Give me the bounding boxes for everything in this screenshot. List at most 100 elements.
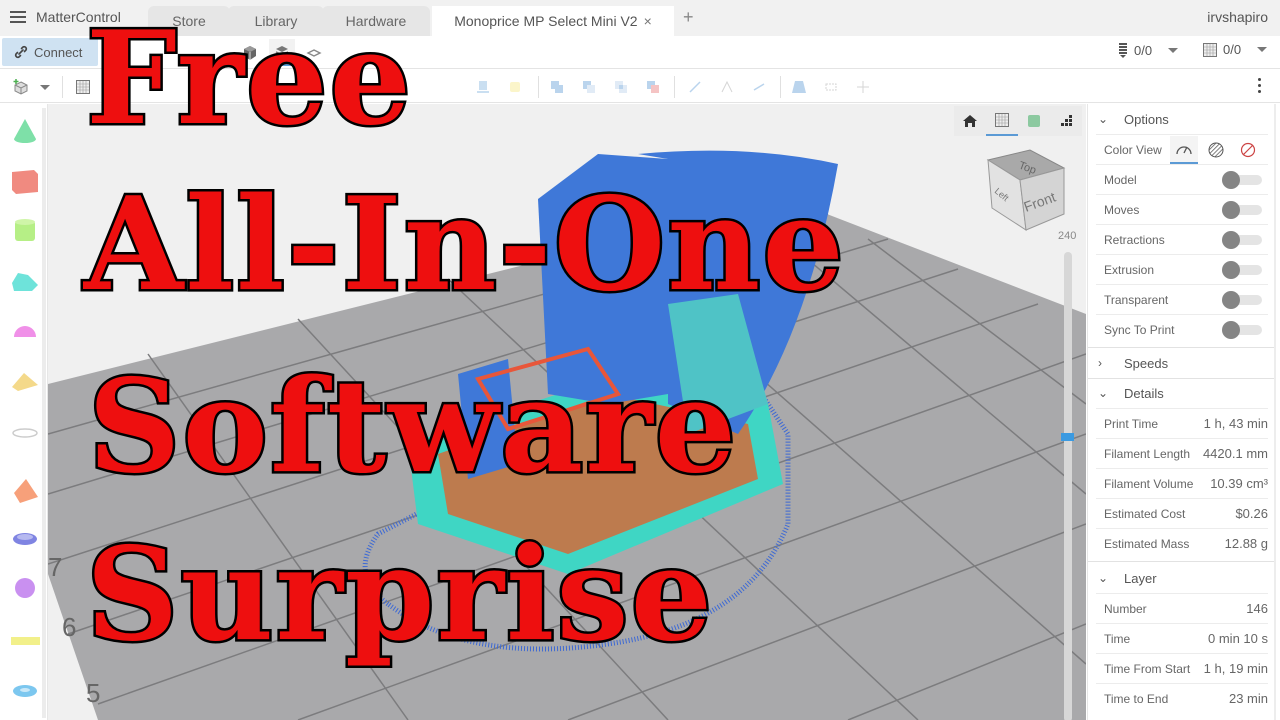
shape-library-scrollbar[interactable] xyxy=(42,108,46,718)
bed-label: 7 xyxy=(48,552,62,582)
row-label: Filament Volume xyxy=(1104,476,1194,491)
model-toggle[interactable] xyxy=(1222,170,1262,189)
user-account[interactable]: irvshapiro xyxy=(1207,9,1268,25)
layer-view-toggle[interactable] xyxy=(1050,106,1082,136)
tab-printer[interactable]: Monoprice MP Select Mini V2 × xyxy=(432,6,674,36)
shape-torus[interactable] xyxy=(10,676,40,706)
hamburger-menu-icon[interactable] xyxy=(10,9,26,25)
shape-pyramid[interactable] xyxy=(10,476,40,506)
home-icon xyxy=(963,115,977,127)
section-options-header[interactable]: ⌄ Options xyxy=(1088,104,1274,134)
shape-cone[interactable] xyxy=(10,116,40,146)
row-value: $0.26 xyxy=(1235,506,1268,521)
toggle-row-model: Model xyxy=(1096,164,1268,194)
section-details-header[interactable]: ⌄ Details xyxy=(1088,378,1274,408)
layer-row: Number 146 xyxy=(1096,593,1268,623)
shape-wedge[interactable] xyxy=(10,366,40,396)
toolbar-divider xyxy=(780,76,781,98)
panel-scrollbar[interactable] xyxy=(1274,104,1276,720)
single-layer-icon xyxy=(306,48,322,57)
mirror-button[interactable] xyxy=(716,76,738,98)
material-color-button[interactable] xyxy=(1202,136,1230,164)
add-dropdown-caret[interactable] xyxy=(40,85,50,90)
combine-icon xyxy=(551,81,563,93)
extrusion-toggle[interactable] xyxy=(1222,260,1262,279)
sync-to-print-toggle[interactable] xyxy=(1222,320,1262,339)
connect-button[interactable]: Connect xyxy=(2,38,98,66)
layers-3d-view-button[interactable] xyxy=(269,39,295,66)
combine-button[interactable] xyxy=(546,76,568,98)
subtract-button[interactable] xyxy=(578,76,600,98)
tab-label: Hardware xyxy=(345,13,407,29)
ungroup-button[interactable] xyxy=(820,76,842,98)
row-value: 1 h, 19 min xyxy=(1203,661,1268,676)
scale-icon xyxy=(753,83,765,91)
moves-toggle[interactable] xyxy=(1222,200,1262,219)
tab-label: Monoprice MP Select Mini V2 xyxy=(454,13,638,29)
color-button[interactable] xyxy=(504,76,526,98)
model-view-button[interactable] xyxy=(237,39,263,66)
close-tab-icon[interactable]: × xyxy=(644,13,652,29)
subtract-replace-button[interactable] xyxy=(642,76,664,98)
add-object-button[interactable] xyxy=(10,76,32,98)
shape-half-sphere[interactable] xyxy=(10,316,40,346)
lay-flat-button[interactable] xyxy=(472,76,494,98)
cube-icon xyxy=(12,170,38,194)
group-button[interactable] xyxy=(852,76,874,98)
navigation-cube[interactable]: Top Front Left xyxy=(980,146,1070,236)
printer-bar: Connect 0/0 0/0 xyxy=(0,36,1280,69)
shape-text[interactable] xyxy=(10,626,40,656)
layer-slider-thumb[interactable] xyxy=(1061,433,1074,441)
detail-row: Print Time 1 h, 43 min xyxy=(1096,408,1268,438)
layer-row: Time 0 min 10 s xyxy=(1096,623,1268,653)
section-layer-header[interactable]: ⌄ Layer xyxy=(1088,563,1274,593)
no-color-button[interactable] xyxy=(1234,136,1262,164)
support-button[interactable] xyxy=(788,76,810,98)
retractions-toggle[interactable] xyxy=(1222,230,1262,249)
shape-half-cylinder[interactable] xyxy=(10,266,40,296)
extruder-selector[interactable]: 0/0 xyxy=(1118,42,1179,58)
layers-2d-view-button[interactable] xyxy=(301,39,327,66)
align-button[interactable] xyxy=(684,76,706,98)
tab-hardware[interactable]: Hardware xyxy=(322,6,430,36)
shape-ring[interactable] xyxy=(10,524,40,554)
shape-cube[interactable] xyxy=(10,166,40,196)
speed-color-button[interactable] xyxy=(1170,135,1198,164)
add-tab-button[interactable]: + xyxy=(683,7,694,28)
row-label: Model xyxy=(1104,172,1137,187)
grid-toggle-button[interactable] xyxy=(986,106,1018,136)
toggle-row-extrusion: Extrusion xyxy=(1096,254,1268,284)
bed-selector[interactable]: 0/0 xyxy=(1203,42,1268,57)
torus-icon xyxy=(13,685,37,697)
shape-sphere[interactable] xyxy=(10,573,40,603)
grid-icon xyxy=(995,113,1009,127)
row-value: 12.88 g xyxy=(1224,536,1268,551)
intersect-button[interactable] xyxy=(610,76,632,98)
app-name: MatterControl xyxy=(36,9,121,25)
cone-icon xyxy=(14,119,36,143)
support-icon xyxy=(792,81,806,93)
scale-button[interactable] xyxy=(748,76,770,98)
row-label: Print Time xyxy=(1104,416,1159,431)
3d-viewport[interactable]: 7 6 5 Top Front Left 240 xyxy=(48,104,1086,720)
model-view-toggle[interactable] xyxy=(1018,106,1050,136)
ungroup-icon xyxy=(825,83,837,91)
row-label: Time xyxy=(1104,631,1131,646)
layers-stack-icon xyxy=(275,45,289,59)
arrange-grid-button[interactable] xyxy=(72,76,94,98)
shape-text-outline[interactable] xyxy=(10,418,40,448)
shape-cylinder[interactable] xyxy=(10,216,40,246)
row-label: Time From Start xyxy=(1104,661,1191,676)
tab-store[interactable]: Store xyxy=(148,6,230,36)
tab-library[interactable]: Library xyxy=(228,6,324,36)
transparent-toggle[interactable] xyxy=(1222,290,1262,309)
section-divider xyxy=(1088,561,1274,562)
row-value: 4420.1 mm xyxy=(1202,446,1268,461)
section-speeds-header[interactable]: › Speeds xyxy=(1088,348,1274,378)
layer-slider[interactable] xyxy=(1061,252,1074,720)
home-view-button[interactable] xyxy=(954,106,986,136)
no-color-icon xyxy=(1240,142,1256,157)
row-label: Time to End xyxy=(1104,691,1169,706)
more-options-button[interactable] xyxy=(1258,78,1262,96)
row-label: Estimated Mass xyxy=(1104,536,1190,551)
